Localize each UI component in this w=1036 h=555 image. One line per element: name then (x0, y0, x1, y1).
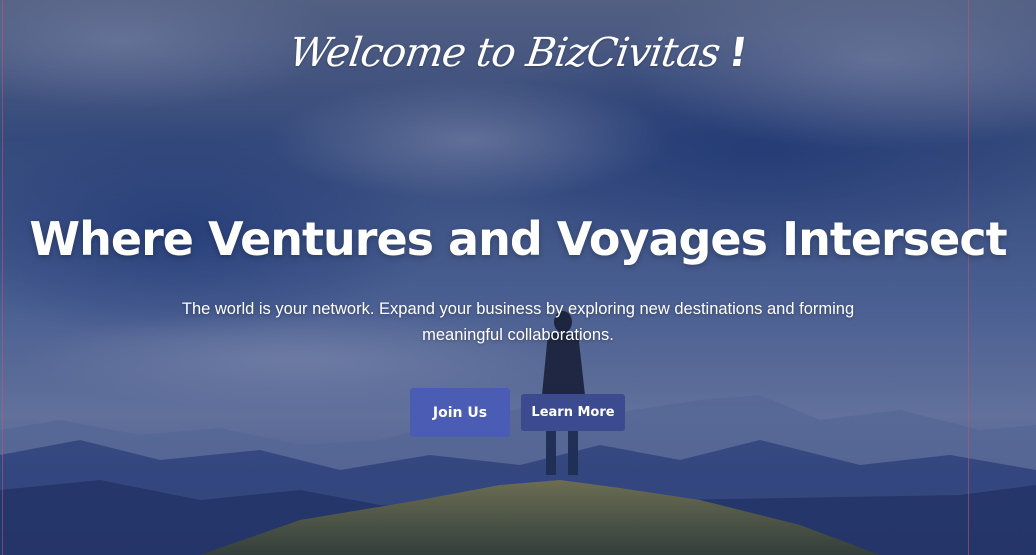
hero-section: Welcome to BizCivitas! Where Ventures an… (0, 0, 1036, 555)
hero-subtext: The world is your network. Expand your b… (181, 300, 855, 344)
learn-more-button[interactable]: Learn More (521, 394, 625, 431)
welcome-exclamation: ! (725, 30, 750, 76)
hero-headline: Where Ventures and Voyages Intersect (29, 212, 1007, 266)
frame-left-line (2, 0, 3, 555)
frame-right-line (968, 0, 969, 555)
welcome-text: Welcome to BizCivitas (286, 30, 723, 76)
welcome-title: Welcome to BizCivitas! (0, 30, 1036, 76)
hero-overlay (0, 0, 1036, 555)
join-us-button[interactable]: Join Us (410, 388, 510, 437)
